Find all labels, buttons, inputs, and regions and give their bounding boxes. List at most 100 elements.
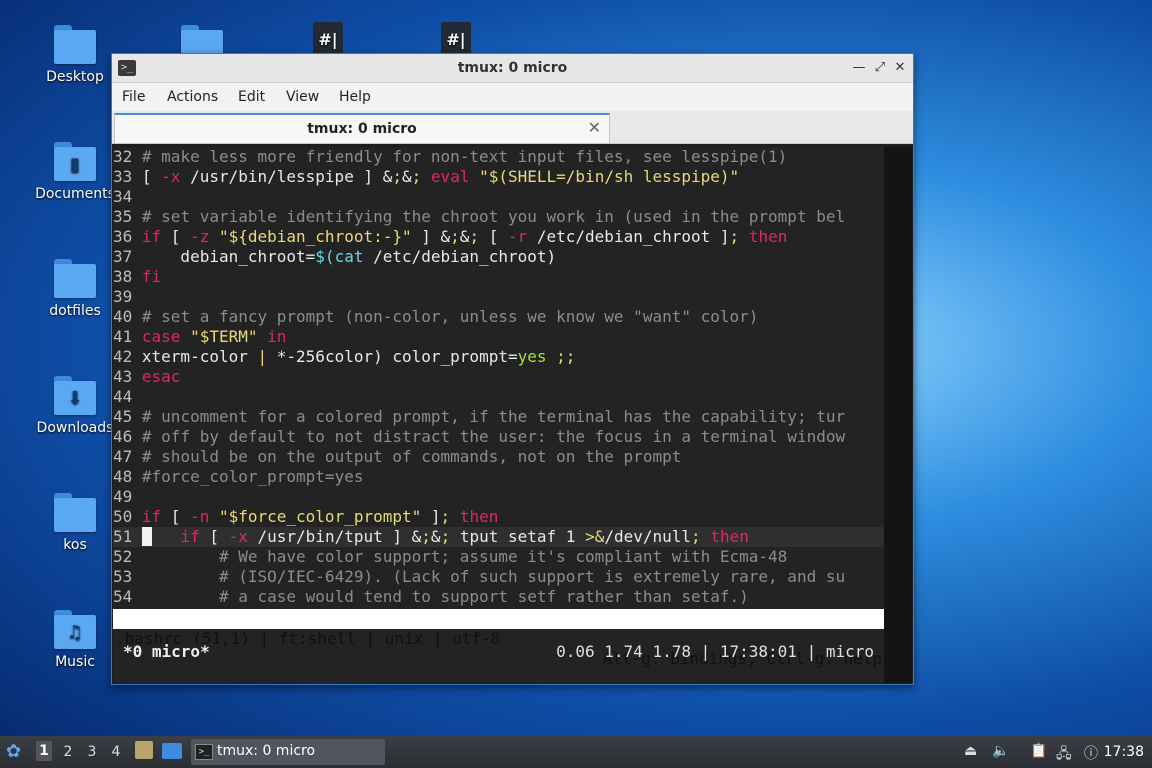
- editor-line[interactable]: 35 # set variable identifying the chroot…: [113, 207, 884, 227]
- editor-line[interactable]: 39: [113, 287, 884, 307]
- menu-file[interactable]: File: [122, 89, 145, 105]
- text-cursor: [141, 527, 152, 546]
- editor-line[interactable]: 40 # set a fancy prompt (non-color, unle…: [113, 307, 884, 327]
- editor-line[interactable]: 36 if [ -z "${debian_chroot:-}" ] &;&; […: [113, 227, 884, 247]
- menu-help[interactable]: Help: [339, 89, 371, 105]
- line-number: 40: [113, 307, 133, 326]
- show-desktop-icon[interactable]: [162, 743, 182, 759]
- network-icon[interactable]: 🖧: [1056, 743, 1072, 767]
- notification-icon[interactable]: ⓘ: [1084, 743, 1098, 763]
- menu-view[interactable]: View: [286, 89, 319, 105]
- app-menu-icon[interactable]: ✿: [6, 741, 21, 762]
- line-number: 48: [113, 467, 133, 486]
- tmux-system-info: 0.06 1.74 1.78 | 17:38:01 | micro: [556, 642, 874, 661]
- tab-tmux[interactable]: tmux: 0 micro ✕: [114, 113, 610, 143]
- music-folder-icon: ♫: [54, 610, 96, 650]
- line-number: 49: [113, 487, 133, 506]
- editor-line[interactable]: 48 #force_color_prompt=yes: [113, 467, 884, 487]
- line-number: 37: [113, 247, 133, 266]
- editor-line[interactable]: 33 [ -x /usr/bin/lesspipe ] &;&; eval "$…: [113, 167, 884, 187]
- line-number: 34: [113, 187, 133, 206]
- taskbar-item-terminal[interactable]: >_ tmux: 0 micro: [191, 739, 385, 765]
- editor-line[interactable]: 47 # should be on the output of commands…: [113, 447, 884, 467]
- menu-edit[interactable]: Edit: [238, 89, 265, 105]
- taskbar-clock[interactable]: 17:38: [1104, 744, 1144, 760]
- editor-line[interactable]: 51 if [ -x /usr/bin/tput ] &;&; tput set…: [113, 527, 884, 547]
- maximize-icon[interactable]: ⤢: [871, 59, 889, 77]
- editor-line[interactable]: 49: [113, 487, 884, 507]
- line-number: 44: [113, 387, 133, 406]
- micro-status-line: .bashrc (51,1) | ft:shell | unix | utf-8…: [113, 609, 884, 668]
- line-number: 46: [113, 427, 133, 446]
- line-number: 38: [113, 267, 133, 286]
- folder-icon: [54, 25, 96, 65]
- folder-icon: [54, 259, 96, 299]
- editor-line[interactable]: 50 if [ -n "$force_color_prompt" ]; then: [113, 507, 884, 527]
- workspace-2[interactable]: 2: [60, 744, 76, 760]
- minimize-icon[interactable]: —: [850, 59, 868, 77]
- download-folder-icon: ⬇: [54, 376, 96, 416]
- line-number: 36: [113, 227, 133, 246]
- workspace-3[interactable]: 3: [84, 744, 100, 760]
- editor-line[interactable]: 53 # (ISO/IEC-6429). (Lack of such suppo…: [113, 567, 884, 587]
- window-titlebar[interactable]: >_ tmux: 0 micro — ⤢ ✕: [112, 54, 913, 83]
- line-number: 52: [113, 547, 133, 566]
- terminal-window: >_ tmux: 0 micro — ⤢ ✕ File Actions Edit…: [111, 53, 914, 685]
- line-number: 32: [113, 147, 133, 166]
- file-manager-icon[interactable]: [135, 741, 153, 759]
- line-number: 35: [113, 207, 133, 226]
- folder-icon: [54, 493, 96, 533]
- desktop-icon-dotfiles[interactable]: dotfiles: [35, 259, 115, 319]
- editor-line[interactable]: 37 debian_chroot=$(cat /etc/debian_chroo…: [113, 247, 884, 267]
- line-number: 51: [113, 527, 133, 546]
- desktop-icon-downloads[interactable]: ⬇ Downloads: [35, 376, 115, 436]
- editor-line[interactable]: 42 xterm-color | *-256color) color_promp…: [113, 347, 884, 367]
- menubar: File Actions Edit View Help: [112, 83, 913, 111]
- terminal-scrollbar[interactable]: [884, 147, 912, 683]
- tmux-window-name[interactable]: *0 micro*: [123, 637, 210, 667]
- editor-line[interactable]: 32 # make less more friendly for non-tex…: [113, 147, 884, 167]
- taskbar-item-label: tmux: 0 micro: [217, 743, 316, 759]
- desktop-icon-kos[interactable]: kos: [35, 493, 115, 553]
- tab-bar: tmux: 0 micro ✕: [112, 111, 913, 144]
- eject-icon[interactable]: ⏏: [964, 743, 977, 759]
- desktop-icon-label: Music: [55, 654, 95, 670]
- line-number: 45: [113, 407, 133, 426]
- desktop-icon-label: Documents: [35, 186, 115, 202]
- line-number: 39: [113, 287, 133, 306]
- line-number: 53: [113, 567, 133, 586]
- desktop-icon-label: Desktop: [46, 69, 104, 85]
- desktop-icon-music[interactable]: ♫ Music: [35, 610, 115, 670]
- tab-label: tmux: 0 micro: [307, 121, 417, 137]
- line-number: 41: [113, 327, 133, 346]
- line-number: 33: [113, 167, 133, 186]
- editor-line[interactable]: 54 # a case would tend to support setf r…: [113, 587, 884, 607]
- desktop-icon-desktop[interactable]: Desktop: [35, 25, 115, 85]
- clipboard-icon[interactable]: 📋: [1030, 743, 1047, 759]
- tab-close-icon[interactable]: ✕: [588, 118, 601, 137]
- line-number: 47: [113, 447, 133, 466]
- desktop-icon-label: Downloads: [36, 420, 114, 436]
- desktop-icon-documents[interactable]: ▮ Documents: [35, 142, 115, 202]
- editor-line[interactable]: 41 case "$TERM" in: [113, 327, 884, 347]
- editor-line[interactable]: 46 # off by default to not distract the …: [113, 427, 884, 447]
- close-icon[interactable]: ✕: [891, 59, 909, 77]
- desktop-icon-label: kos: [63, 537, 87, 553]
- line-number: 42: [113, 347, 133, 366]
- editor-line[interactable]: 44: [113, 387, 884, 407]
- editor-line[interactable]: 38 fi: [113, 267, 884, 287]
- window-title: tmux: 0 micro: [457, 60, 568, 76]
- volume-icon[interactable]: 🔈: [992, 743, 1009, 759]
- terminal-content[interactable]: 32 # make less more friendly for non-tex…: [113, 147, 884, 683]
- desktop-icon-label: dotfiles: [49, 303, 101, 319]
- editor-line[interactable]: 45 # uncomment for a colored prompt, if …: [113, 407, 884, 427]
- editor-line[interactable]: 43 esac: [113, 367, 884, 387]
- menu-actions[interactable]: Actions: [167, 89, 218, 105]
- workspace-4[interactable]: 4: [108, 744, 124, 760]
- editor-line[interactable]: 52 # We have color support; assume it's …: [113, 547, 884, 567]
- editor-line[interactable]: 34: [113, 187, 884, 207]
- line-number: 43: [113, 367, 133, 386]
- line-number: 54: [113, 587, 133, 606]
- taskbar: ✿ 1 2 3 4 >_ tmux: 0 micro ⏏ 🔈 📋 🖧 ⓘ 17:…: [0, 736, 1152, 768]
- workspace-1[interactable]: 1: [36, 741, 52, 761]
